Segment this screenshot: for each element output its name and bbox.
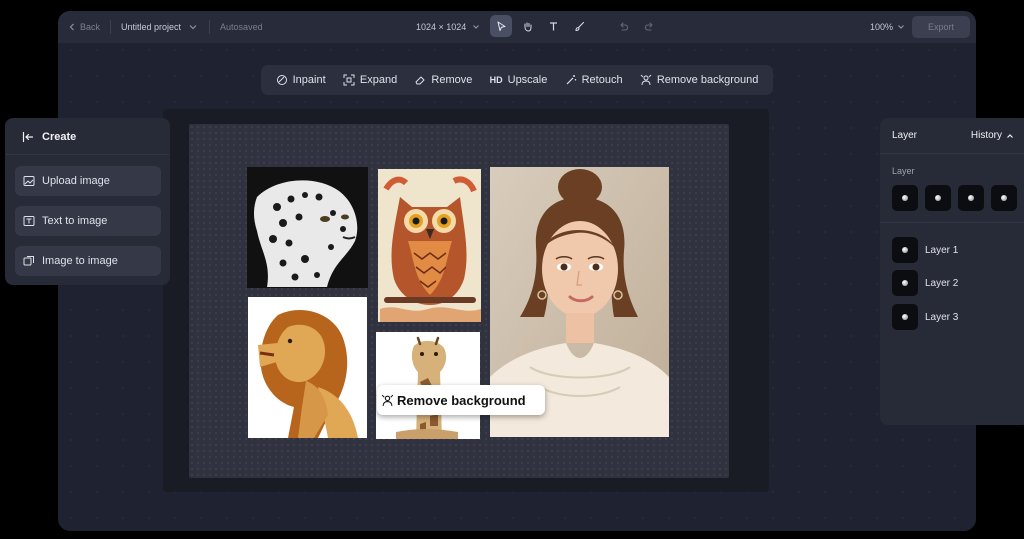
layer-label: Layer 3 <box>925 311 959 323</box>
wand-icon <box>566 75 576 85</box>
layer-thumbnail[interactable] <box>991 185 1017 211</box>
export-button[interactable]: Export <box>912 16 970 38</box>
select-tool[interactable] <box>490 15 512 37</box>
collapse-left-icon <box>22 131 34 142</box>
layer-thumbnail <box>892 304 918 330</box>
create-panel: Create Upload image Text to image Image … <box>5 118 170 285</box>
layer-thumbnail[interactable] <box>925 185 951 211</box>
upscale-button[interactable]: HD Upscale <box>490 74 548 86</box>
tab-history[interactable]: History <box>971 130 1014 141</box>
text-to-image-icon <box>23 216 35 226</box>
leopard-image[interactable] <box>247 167 368 288</box>
image-to-image-icon <box>23 256 34 266</box>
text-to-image-button[interactable]: Text to image <box>15 206 161 236</box>
layer-section-label: Layer <box>892 166 915 176</box>
inpaint-button[interactable]: Inpaint <box>276 74 326 86</box>
tool-group <box>490 15 660 37</box>
brush-tool[interactable] <box>568 15 590 37</box>
hd-icon: HD <box>489 75 503 85</box>
undo-icon <box>619 21 628 31</box>
expand-button[interactable]: Expand <box>343 74 397 86</box>
layer-row-3[interactable]: Layer 3 <box>892 304 958 330</box>
layer-label: Layer 1 <box>925 244 959 256</box>
retouch-label: Retouch <box>581 74 623 86</box>
layer-panel: Layer History Layer Layer 1 Layer 2 Laye… <box>880 118 1024 425</box>
ai-action-bar: Inpaint Expand Remove HD Upscale Retouch… <box>261 65 773 95</box>
eraser-icon <box>415 76 425 85</box>
layer-thumbnail[interactable] <box>958 185 984 211</box>
remove-background-tooltip: Remove background <box>377 385 545 415</box>
create-title: Create <box>42 130 77 143</box>
canvas-size: 1024 × 1024 <box>416 22 467 32</box>
layer-panel-header: Layer History <box>880 118 1024 154</box>
remove-background-button[interactable]: Remove background <box>640 74 759 86</box>
text-icon <box>549 21 557 30</box>
hand-icon <box>524 22 531 32</box>
project-name: Untitled project <box>121 22 182 32</box>
canvas-size-dropdown[interactable]: 1024 × 1024 <box>416 11 480 43</box>
expand-icon <box>343 74 355 86</box>
retouch-button[interactable]: Retouch <box>565 74 623 86</box>
owl-image[interactable] <box>378 169 481 322</box>
redo-icon <box>644 21 653 31</box>
back-button[interactable]: Back <box>68 22 100 32</box>
tab-layer[interactable]: Layer <box>892 130 917 141</box>
hand-tool[interactable] <box>516 15 538 37</box>
expand-label: Expand <box>359 74 398 86</box>
layer-label: Layer 2 <box>925 277 959 289</box>
cursor-icon <box>497 21 505 31</box>
create-panel-header[interactable]: Create <box>6 119 169 155</box>
back-label: Back <box>80 22 101 32</box>
remove-bg-icon <box>381 394 394 406</box>
undo-button[interactable] <box>612 15 634 37</box>
layer-thumbnail <box>892 270 918 296</box>
remove-bg-icon <box>640 74 652 86</box>
upload-image-icon <box>23 176 35 186</box>
upscale-label: Upscale <box>507 74 548 86</box>
text-to-image-label: Text to image <box>42 215 108 227</box>
text-tool[interactable] <box>542 15 564 37</box>
save-status: Autosaved <box>220 22 263 32</box>
tooltip-label: Remove background <box>397 392 526 408</box>
remove-button[interactable]: Remove <box>414 74 472 86</box>
zoom-dropdown[interactable]: 100% <box>870 11 905 43</box>
zoom-level: 100% <box>870 22 894 32</box>
redo-button[interactable] <box>638 15 660 37</box>
project-name-dropdown[interactable]: Untitled project <box>121 22 199 32</box>
lion-image[interactable] <box>248 297 367 438</box>
layer-row-1[interactable]: Layer 1 <box>892 237 958 263</box>
chevron-down-icon <box>473 25 480 29</box>
upload-image-button[interactable]: Upload image <box>15 166 161 196</box>
upload-image-label: Upload image <box>42 175 110 187</box>
image-to-image-button[interactable]: Image to image <box>15 246 161 276</box>
layer-thumbnail <box>892 237 918 263</box>
chevron-down-icon <box>189 25 197 30</box>
chevron-up-icon <box>1007 133 1013 138</box>
inpaint-label: Inpaint <box>292 74 326 86</box>
inpaint-icon <box>276 75 287 85</box>
chevron-left-icon <box>69 23 74 31</box>
brush-icon <box>574 21 584 31</box>
layer-thumbnail[interactable] <box>892 185 918 211</box>
chevron-down-icon <box>898 25 904 29</box>
top-toolbar: Back Untitled project Autosaved 1024 × 1… <box>58 11 976 43</box>
layer-thumbnails <box>892 185 1017 211</box>
history-label: History <box>970 130 1002 141</box>
remove-label: Remove <box>431 74 473 86</box>
image-to-image-label: Image to image <box>42 255 118 267</box>
remove-background-label: Remove background <box>656 74 759 86</box>
layer-row-2[interactable]: Layer 2 <box>892 270 958 296</box>
